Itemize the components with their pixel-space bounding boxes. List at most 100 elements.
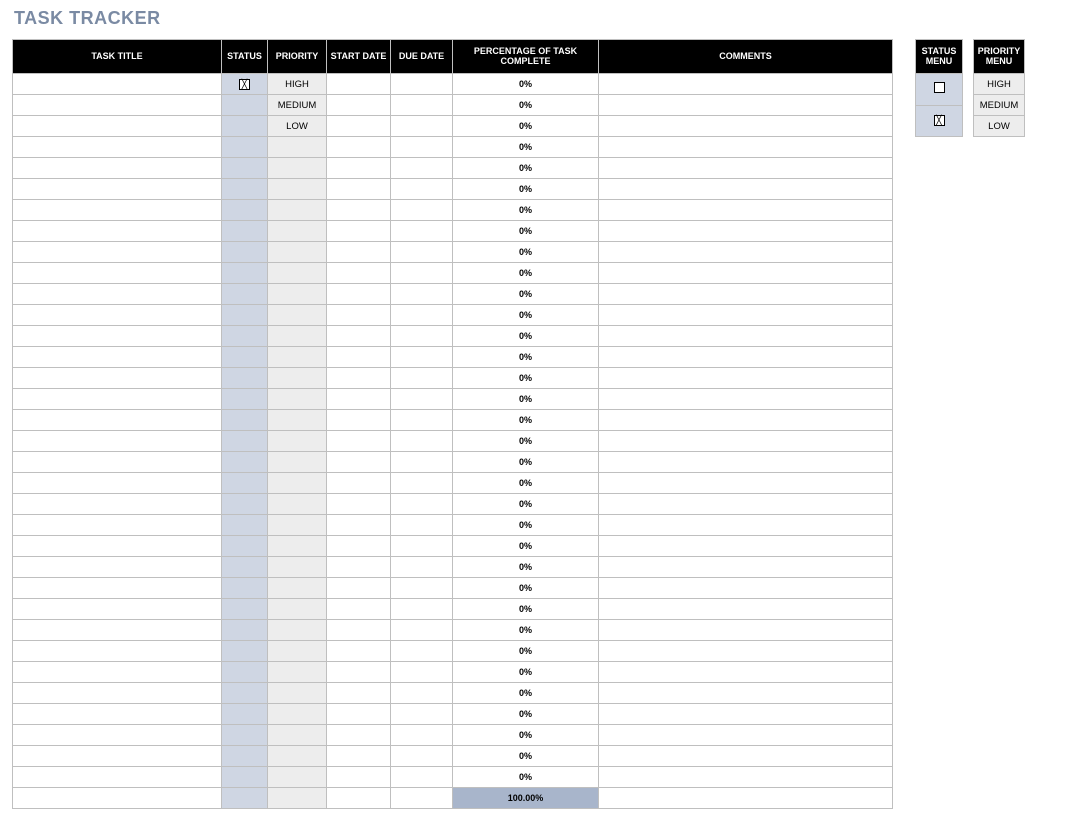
due-date-cell[interactable] — [391, 410, 453, 431]
status-cell[interactable] — [222, 683, 268, 704]
due-date-input[interactable] — [391, 284, 452, 304]
priority-cell[interactable] — [268, 725, 327, 746]
start-date-cell[interactable] — [327, 746, 391, 767]
due-date-cell[interactable] — [391, 347, 453, 368]
task-title-input[interactable] — [13, 536, 221, 556]
comments-cell[interactable] — [599, 221, 893, 242]
priority-cell[interactable] — [268, 158, 327, 179]
priority-cell[interactable] — [268, 179, 327, 200]
checkbox-checked-icon[interactable] — [934, 115, 945, 126]
start-date-cell[interactable] — [327, 767, 391, 788]
start-date-cell[interactable] — [327, 410, 391, 431]
due-date-cell[interactable] — [391, 725, 453, 746]
priority-cell[interactable] — [268, 368, 327, 389]
comments-input[interactable] — [599, 137, 892, 157]
task-title-input[interactable] — [13, 326, 221, 346]
due-date-input[interactable] — [391, 305, 452, 325]
priority-cell[interactable] — [268, 221, 327, 242]
due-date-input[interactable] — [391, 200, 452, 220]
start-date-input[interactable] — [327, 767, 390, 787]
comments-input[interactable] — [599, 116, 892, 136]
priority-cell[interactable] — [268, 389, 327, 410]
due-date-cell[interactable] — [391, 683, 453, 704]
priority-cell[interactable] — [268, 641, 327, 662]
task-title-cell[interactable] — [13, 305, 222, 326]
total-priority-cell[interactable] — [268, 788, 327, 809]
due-date-input[interactable] — [391, 116, 452, 136]
due-date-input[interactable] — [391, 263, 452, 283]
comments-input[interactable] — [599, 431, 892, 451]
task-title-cell[interactable] — [13, 704, 222, 725]
task-title-cell[interactable] — [13, 200, 222, 221]
status-cell[interactable] — [222, 494, 268, 515]
comments-input[interactable] — [599, 725, 892, 745]
start-date-cell[interactable] — [327, 242, 391, 263]
status-cell[interactable] — [222, 200, 268, 221]
due-date-cell[interactable] — [391, 557, 453, 578]
status-cell[interactable] — [222, 410, 268, 431]
task-title-input[interactable] — [13, 137, 221, 157]
priority-cell[interactable] — [268, 326, 327, 347]
comments-input[interactable] — [599, 347, 892, 367]
comments-input[interactable] — [599, 494, 892, 514]
total-comments-input[interactable] — [599, 788, 892, 808]
task-title-cell[interactable] — [13, 263, 222, 284]
due-date-input[interactable] — [391, 767, 452, 787]
due-date-input[interactable] — [391, 347, 452, 367]
start-date-input[interactable] — [327, 200, 390, 220]
status-cell[interactable] — [222, 641, 268, 662]
task-title-cell[interactable] — [13, 620, 222, 641]
task-title-input[interactable] — [13, 515, 221, 535]
start-date-cell[interactable] — [327, 452, 391, 473]
task-title-input[interactable] — [13, 704, 221, 724]
comments-cell[interactable] — [599, 683, 893, 704]
due-date-input[interactable] — [391, 326, 452, 346]
start-date-input[interactable] — [327, 431, 390, 451]
priority-cell[interactable] — [268, 767, 327, 788]
due-date-input[interactable] — [391, 641, 452, 661]
status-cell[interactable] — [222, 368, 268, 389]
start-date-cell[interactable] — [327, 557, 391, 578]
comments-input[interactable] — [599, 389, 892, 409]
task-title-input[interactable] — [13, 116, 221, 136]
due-date-input[interactable] — [391, 95, 452, 115]
task-title-cell[interactable] — [13, 326, 222, 347]
comments-cell[interactable] — [599, 704, 893, 725]
due-date-cell[interactable] — [391, 599, 453, 620]
task-title-cell[interactable] — [13, 746, 222, 767]
priority-cell[interactable]: HIGH — [268, 74, 327, 95]
comments-cell[interactable] — [599, 158, 893, 179]
status-cell[interactable] — [222, 473, 268, 494]
priority-cell[interactable] — [268, 347, 327, 368]
status-cell[interactable] — [222, 74, 268, 95]
status-cell[interactable] — [222, 263, 268, 284]
comments-input[interactable] — [599, 599, 892, 619]
status-cell[interactable] — [222, 578, 268, 599]
comments-input[interactable] — [599, 473, 892, 493]
comments-input[interactable] — [599, 284, 892, 304]
due-date-input[interactable] — [391, 452, 452, 472]
start-date-cell[interactable] — [327, 662, 391, 683]
start-date-input[interactable] — [327, 347, 390, 367]
priority-cell[interactable] — [268, 515, 327, 536]
due-date-cell[interactable] — [391, 620, 453, 641]
task-title-input[interactable] — [13, 473, 221, 493]
comments-cell[interactable] — [599, 137, 893, 158]
comments-cell[interactable] — [599, 179, 893, 200]
comments-input[interactable] — [599, 641, 892, 661]
comments-input[interactable] — [599, 410, 892, 430]
priority-cell[interactable] — [268, 284, 327, 305]
start-date-cell[interactable] — [327, 641, 391, 662]
start-date-cell[interactable] — [327, 704, 391, 725]
due-date-cell[interactable] — [391, 515, 453, 536]
comments-cell[interactable] — [599, 263, 893, 284]
due-date-cell[interactable] — [391, 662, 453, 683]
start-date-cell[interactable] — [327, 473, 391, 494]
due-date-input[interactable] — [391, 725, 452, 745]
status-cell[interactable] — [222, 221, 268, 242]
comments-input[interactable] — [599, 179, 892, 199]
priority-menu-option[interactable]: LOW — [974, 116, 1025, 137]
start-date-input[interactable] — [327, 557, 390, 577]
comments-cell[interactable] — [599, 452, 893, 473]
task-title-input[interactable] — [13, 578, 221, 598]
